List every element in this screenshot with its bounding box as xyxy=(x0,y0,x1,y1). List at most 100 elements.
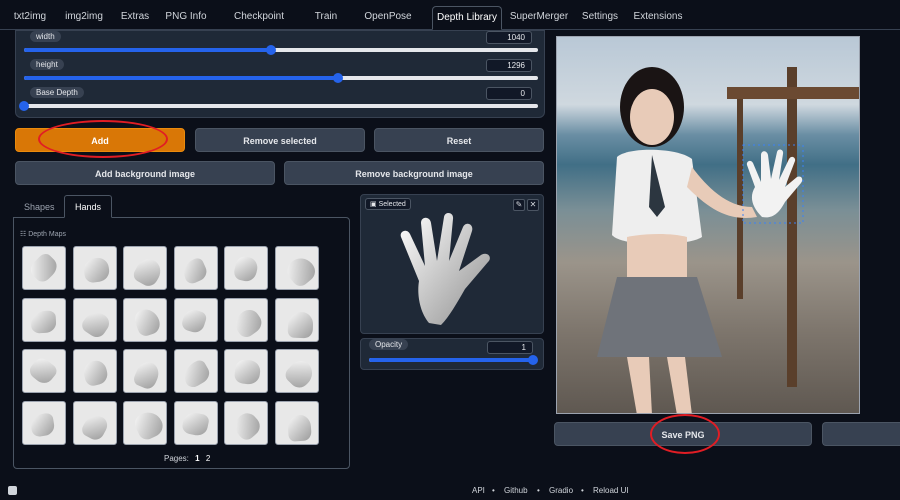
tab-train[interactable]: Train xyxy=(308,6,344,30)
opacity-slider-thumb[interactable] xyxy=(528,355,538,365)
selected-tag: ▣ Selected xyxy=(365,198,411,210)
hand-thumbnail[interactable] xyxy=(72,246,117,290)
hand-thumbnail[interactable] xyxy=(123,349,168,394)
hand-thumbnail[interactable] xyxy=(275,246,320,290)
hand-thumbnail[interactable] xyxy=(173,246,218,290)
reset-button[interactable]: Reset xyxy=(374,128,544,152)
hand-thumbnail[interactable] xyxy=(123,297,168,342)
hand-shape-icon xyxy=(131,254,165,290)
hand-thumbnail[interactable] xyxy=(173,400,218,445)
hand-thumbnail[interactable] xyxy=(275,400,319,445)
subtab-shapes[interactable]: Shapes xyxy=(18,200,61,214)
tab-settings[interactable]: Settings xyxy=(578,6,622,30)
add-background-button[interactable]: Add background image xyxy=(15,161,275,185)
tab-png-info[interactable]: PNG Info xyxy=(162,6,210,30)
add-button[interactable]: Add xyxy=(15,128,185,152)
footer-link-github[interactable]: Github xyxy=(504,486,528,495)
page-1-link[interactable]: 1 xyxy=(195,454,199,463)
hand-thumbnail[interactable] xyxy=(224,297,269,342)
width-slider-thumb[interactable] xyxy=(265,45,276,55)
tab-supermerger[interactable]: SuperMerger xyxy=(508,6,570,30)
hand-shape-icon xyxy=(78,306,113,341)
opacity-number-input[interactable]: 1 xyxy=(487,341,533,354)
hand-thumbnail[interactable] xyxy=(72,400,117,445)
footer-link-api[interactable]: API xyxy=(472,486,485,495)
tab-img2img[interactable]: img2img xyxy=(60,6,108,30)
secondary-button[interactable] xyxy=(822,422,900,446)
hand-thumbnail[interactable] xyxy=(224,400,269,445)
base-depth-number-input[interactable]: 0 xyxy=(486,87,532,100)
width-slider-row: width 1040 xyxy=(24,31,538,57)
tab-openpose-editor[interactable]: OpenPose Editor xyxy=(350,6,426,44)
pagination: Pages: 1 2 xyxy=(164,454,210,463)
selected-hand-image xyxy=(400,213,490,325)
edit-icon[interactable]: ✎ xyxy=(513,199,525,211)
hand-thumbnail[interactable] xyxy=(22,246,66,290)
hand-thumbnail[interactable] xyxy=(123,400,168,445)
hand-thumbnail[interactable] xyxy=(224,246,269,290)
remove-background-button[interactable]: Remove background image xyxy=(284,161,544,185)
main-tabbar: txt2img img2img Extras PNG Info Checkpoi… xyxy=(0,0,900,44)
hand-shape-icon xyxy=(287,414,312,442)
hand-shape-icon xyxy=(232,254,260,284)
footer-link-reload-ui[interactable]: Reload UI xyxy=(593,486,629,495)
logo-icon xyxy=(8,486,17,495)
depth-maps-panel: ☷ Depth Maps Pages: 1 2 xyxy=(13,217,350,469)
hand-shape-icon xyxy=(30,309,57,334)
hand-shape-icon xyxy=(82,256,111,284)
opacity-slider[interactable] xyxy=(369,355,538,365)
hand-thumbnail[interactable] xyxy=(22,400,66,445)
footer: API • Github • Gradio • Reload UI xyxy=(0,480,900,500)
hand-shape-icon xyxy=(131,407,167,443)
height-slider[interactable] xyxy=(24,73,538,83)
tab-checkpoint-merger[interactable]: Checkpoint Merger xyxy=(217,6,301,44)
page-2-link[interactable]: 2 xyxy=(206,454,210,463)
hand-shape-icon xyxy=(132,305,163,338)
subtab-hands[interactable]: Hands xyxy=(64,195,113,218)
tab-extras[interactable]: Extras xyxy=(115,6,155,30)
canvas-size-panel: width 1040 height 1296 Base Depth 0 xyxy=(15,30,545,118)
height-label: height xyxy=(30,59,64,70)
close-icon[interactable]: ✕ xyxy=(527,199,539,211)
selected-preview-panel: ▣ Selected ✎ ✕ xyxy=(360,194,544,334)
height-slider-thumb[interactable] xyxy=(332,73,343,83)
width-number-input[interactable]: 1040 xyxy=(486,31,532,44)
hand-thumbnail[interactable] xyxy=(72,297,117,342)
hand-shape-icon xyxy=(230,305,266,340)
footer-link-gradio[interactable]: Gradio xyxy=(549,486,573,495)
tab-extensions[interactable]: Extensions xyxy=(630,6,686,30)
height-number-input[interactable]: 1296 xyxy=(486,59,532,72)
footer-separator: • xyxy=(581,486,584,495)
width-slider[interactable] xyxy=(24,45,538,55)
hand-shape-icon xyxy=(230,408,265,443)
hand-thumbnail[interactable] xyxy=(275,297,319,342)
tab-depth-library[interactable]: Depth Library xyxy=(432,6,502,30)
opacity-label: Opacity xyxy=(369,339,409,350)
hand-shape-icon xyxy=(79,411,110,443)
hand-thumbnail[interactable] xyxy=(123,246,168,290)
hand-thumbnail[interactable] xyxy=(72,349,117,394)
hand-thumbnail[interactable] xyxy=(224,349,269,394)
tab-txt2img[interactable]: txt2img xyxy=(8,6,52,30)
footer-separator: • xyxy=(492,486,495,495)
base-depth-slider[interactable] xyxy=(19,101,538,111)
hand-shape-icon xyxy=(179,256,210,286)
opacity-slider-block: Opacity 1 xyxy=(360,338,544,370)
base-depth-slider-row: Base Depth 0 xyxy=(19,87,538,113)
base-depth-slider-thumb[interactable] xyxy=(19,101,29,111)
save-png-button[interactable]: Save PNG xyxy=(554,422,812,446)
hand-thumbnail[interactable] xyxy=(173,297,218,342)
width-label: width xyxy=(30,31,61,42)
canvas-image[interactable] xyxy=(556,36,860,414)
hand-thumbnail[interactable] xyxy=(173,349,218,394)
hand-thumbnail[interactable] xyxy=(22,349,66,394)
hand-thumbnail[interactable] xyxy=(275,349,319,394)
hand-thumbnail[interactable] xyxy=(22,297,66,342)
hand-shape-icon xyxy=(26,355,60,388)
remove-selected-button[interactable]: Remove selected xyxy=(195,128,365,152)
base-depth-label: Base Depth xyxy=(30,87,84,98)
canvas-scene xyxy=(597,67,859,413)
hand-shape-icon xyxy=(29,412,56,438)
hand-shape-icon xyxy=(180,410,210,438)
depth-maps-label: ☷ Depth Maps xyxy=(20,231,66,238)
